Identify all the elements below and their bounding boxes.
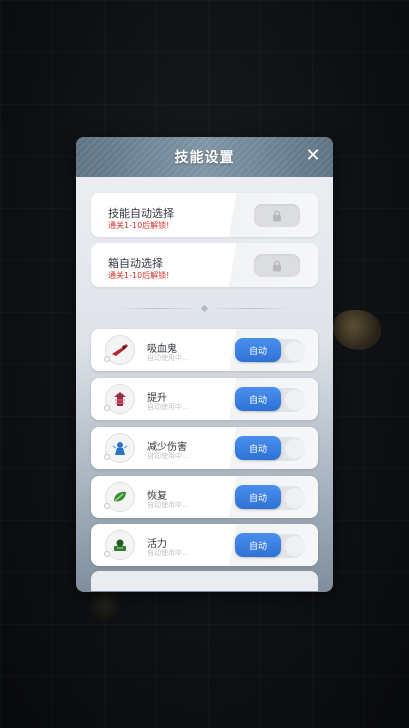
unlock-hint: 通关1-10后解锁! xyxy=(108,221,170,230)
section-divider xyxy=(76,304,333,312)
skill-settings-panel: 技能设置 ✕ 技能自动选择 通关1-10后解锁! 箱自动选择 通关1-10后解锁… xyxy=(76,137,333,592)
lock-icon xyxy=(273,260,281,271)
auto-toggle-button[interactable]: 自动 xyxy=(235,338,281,362)
toggle-knob xyxy=(285,439,305,459)
skill-row-partial xyxy=(91,571,318,591)
toggle-knob xyxy=(285,390,305,410)
skill-status: 自动使用中… xyxy=(147,452,189,460)
skill-auto-select-card: 技能自动选择 通关1-10后解锁! xyxy=(91,193,318,237)
auto-toggle-button[interactable]: 自动 xyxy=(235,436,281,460)
close-icon[interactable]: ✕ xyxy=(305,147,321,165)
skill-row: 活力 自动使用中… 自动 xyxy=(91,524,318,566)
locked-toggle[interactable] xyxy=(254,204,300,227)
card-title: 技能自动选择 xyxy=(108,207,174,220)
auto-toggle-button[interactable]: 自动 xyxy=(235,533,281,557)
skill-status: 自动使用中… xyxy=(147,501,189,509)
auto-toggle-button[interactable]: 自动 xyxy=(235,485,281,509)
toggle-knob xyxy=(285,488,305,508)
panel-header: 技能设置 ✕ xyxy=(76,137,333,177)
skill-row: 提升 自动使用中… 自动 xyxy=(91,378,318,420)
damage-reduction-skill-icon xyxy=(104,433,135,463)
toggle-knob xyxy=(285,341,305,361)
vitality-skill-icon xyxy=(104,530,135,560)
locked-toggle[interactable] xyxy=(254,254,300,277)
toggle-knob xyxy=(285,536,305,556)
skill-row: 恢复 自动使用中… 自动 xyxy=(91,476,318,518)
recovery-skill-icon xyxy=(104,482,135,512)
vampire-skill-icon xyxy=(104,335,135,365)
background-character xyxy=(333,310,381,350)
skill-status: 自动使用中… xyxy=(147,549,189,557)
skill-row: 减少伤害 自动使用中… 自动 xyxy=(91,427,318,469)
skill-status: 自动使用中… xyxy=(147,354,189,362)
skill-row: 吸血鬼 自动使用中… 自动 xyxy=(91,329,318,371)
boost-skill-icon xyxy=(104,384,135,414)
auto-toggle-button[interactable]: 自动 xyxy=(235,387,281,411)
background-character xyxy=(90,590,120,620)
unlock-hint: 通关1-10后解锁! xyxy=(108,271,170,280)
card-title: 箱自动选择 xyxy=(108,257,163,270)
panel-title: 技能设置 xyxy=(174,150,235,166)
box-auto-select-card: 箱自动选择 通关1-10后解锁! xyxy=(91,243,318,287)
lock-icon xyxy=(273,210,281,221)
skill-status: 自动使用中… xyxy=(147,403,189,411)
